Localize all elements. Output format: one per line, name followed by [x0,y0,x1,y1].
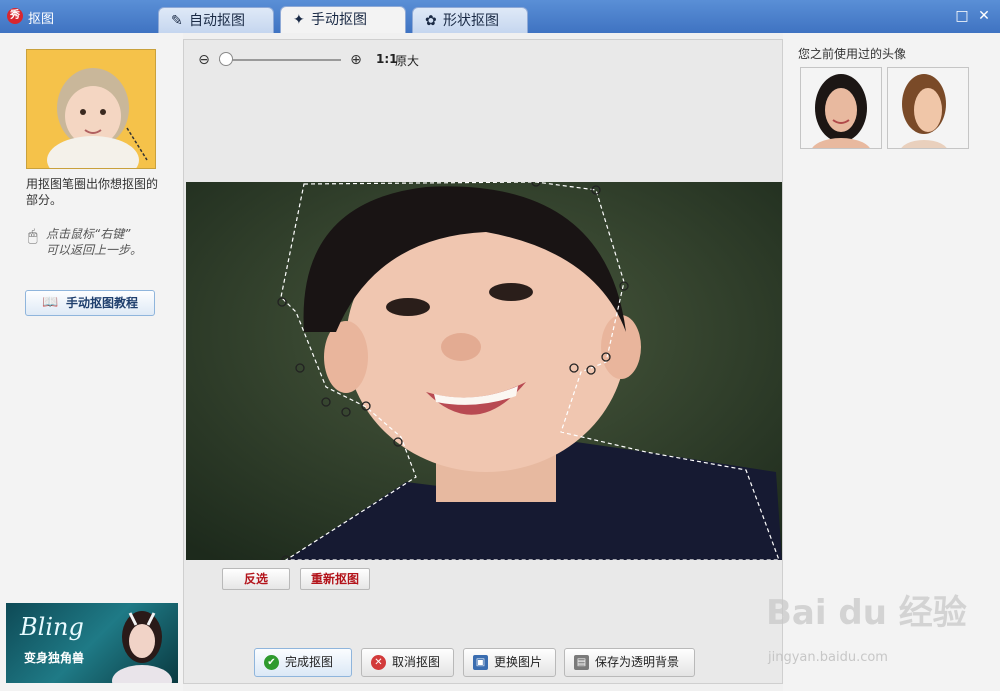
recut-button[interactable]: 重新抠图 [300,568,370,590]
app-logo-icon: 秀 [7,8,23,24]
zoom-in-icon[interactable]: ⊕ [348,52,364,68]
ad-model-image [112,611,172,683]
mouse-icon: 🖱 [28,226,38,245]
zoom-slider-track[interactable] [219,59,341,61]
close-icon[interactable]: ✕ [977,9,991,23]
cancel-cutout-button[interactable]: ✕ 取消抠图 [361,648,454,677]
tab-auto-cutout[interactable]: ✎ 自动抠图 [158,7,274,33]
left-panel: 用抠图笔圈出你想抠图的部分。 🖱 点击鼠标“右键” 可以返回上一步。 📖 手动抠… [0,33,183,691]
avatar-woman-image [801,68,881,148]
image-icon: ▣ [473,655,488,670]
watermark-logo: Bai du 经验 [766,593,967,633]
tab-label: 形状抠图 [443,13,499,29]
change-image-button[interactable]: ▣ 更换图片 [463,648,556,677]
tip-line-1: 点击鼠标“右键” [46,227,131,241]
zoom-slider-handle[interactable] [219,52,233,66]
ad-banner[interactable]: Bling 变身独角兽 [6,603,178,683]
tab-manual-cutout[interactable]: ✦ 手动抠图 [280,6,406,33]
tutorial-label: 手动抠图教程 [66,296,139,310]
check-icon: ✔ [264,655,279,670]
cancel-icon: ✕ [371,655,386,670]
watermark-url: jingyan.baidu.com [768,650,888,665]
book-icon: 📖 [42,295,59,310]
brush-icon: ✎ [171,13,183,29]
finish-cutout-button[interactable]: ✔ 完成抠图 [254,648,352,677]
maximize-icon[interactable]: □ [955,9,969,23]
sample-thumbnail [26,49,156,169]
history-avatar-2[interactable] [887,67,969,149]
title-bar: 秀 抠图 ✎ 自动抠图 ✦ 手动抠图 ✿ 形状抠图 □ ✕ [0,0,1000,33]
finish-label: 完成抠图 [285,655,334,669]
ad-subtitle: 变身独角兽 [24,651,85,665]
ad-title: Bling [20,613,84,641]
history-title: 您之前使用过的头像 [798,47,907,61]
save-icon: ▤ [574,655,589,670]
zoom-original-size[interactable]: 原大 [395,52,419,69]
shape-icon: ✿ [425,13,437,29]
right-click-tip: 点击鼠标“右键” 可以返回上一步。 [46,226,166,258]
save-transparent-button[interactable]: ▤ 保存为透明背景 [564,648,695,677]
invert-selection-button[interactable]: 反选 [222,568,290,590]
save-transparent-label: 保存为透明背景 [595,655,680,669]
window-title: 抠图 [28,12,55,27]
manual-cutout-tutorial-button[interactable]: 📖 手动抠图教程 [25,290,155,316]
tab-label: 手动抠图 [311,12,367,28]
change-image-label: 更换图片 [494,655,543,669]
cancel-label: 取消抠图 [392,655,441,669]
history-avatar-1[interactable] [800,67,882,149]
instruction-text: 用抠图笔圈出你想抠图的部分。 [26,177,159,207]
boy-photo [186,182,782,560]
tab-label: 自动抠图 [189,13,245,29]
edit-photo-canvas[interactable] [186,182,782,560]
tip-line-2: 可以返回上一步。 [46,243,143,257]
editor-panel: ⊖ ⊕ 1:1 原大 反选 重新抠图 ✔ 完成抠图 ✕ 取消抠图 ▣ 更换图片 … [183,39,783,684]
magic-wand-icon: ✦ [293,12,305,28]
sample-baby-image [27,50,155,168]
avatar-child-image [888,68,968,148]
zoom-out-icon[interactable]: ⊖ [196,52,212,68]
tab-shape-cutout[interactable]: ✿ 形状抠图 [412,7,528,33]
